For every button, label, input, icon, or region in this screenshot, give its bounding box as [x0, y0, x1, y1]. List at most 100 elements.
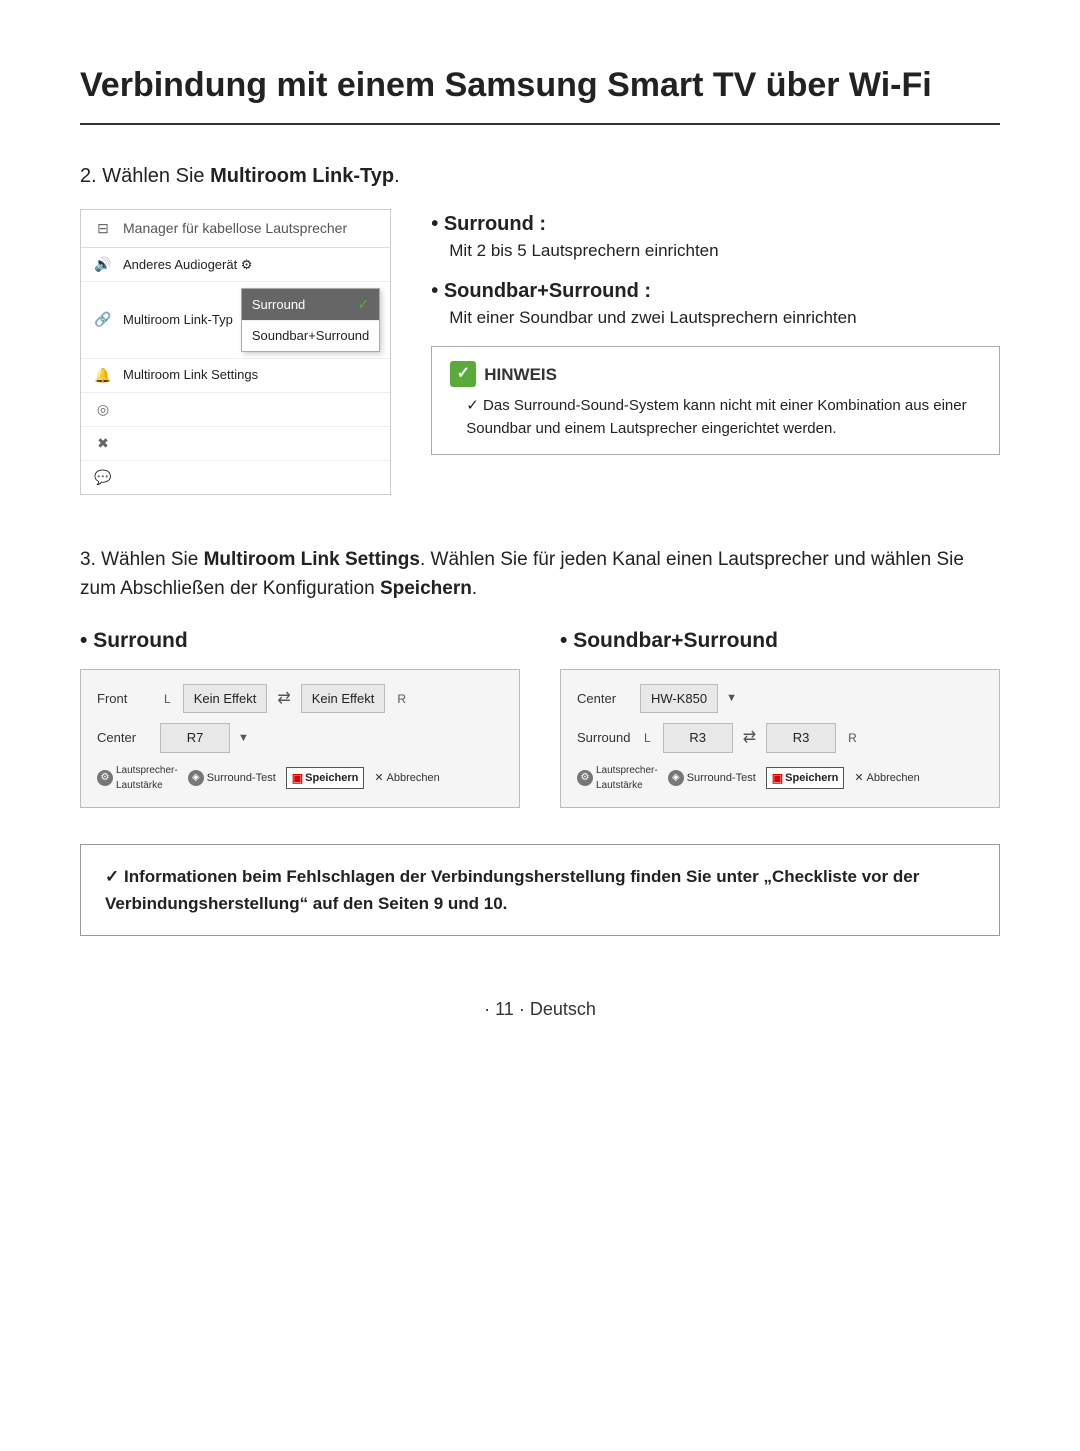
soundbar-surround-label: Surround: [577, 728, 632, 748]
surround-test-icon: ◈: [188, 770, 204, 786]
abbrechen-label: Abbrechen: [387, 770, 440, 787]
soundbar-footer: ⚙ Lautsprecher-Lautstärke ◈ Surround-Tes…: [577, 763, 983, 793]
soundbar-abbrechen-label: Abbrechen: [867, 770, 920, 787]
info-box-text: Informationen beim Fehlschlagen der Verb…: [105, 867, 919, 913]
soundbar-footer-speichern[interactable]: ▣ Speichern: [766, 767, 845, 789]
soundbar-settings-panel: Center HW-K850 ▼ Surround L R3 ⇄ R3 R ⚙ …: [560, 669, 1000, 808]
surround-footer-lautsprecher[interactable]: ⚙ Lautsprecher-Lautstärke: [97, 763, 178, 793]
soundbar-test-label: Surround-Test: [687, 770, 756, 787]
linktyp-label: Multiroom Link-Typ: [123, 310, 233, 330]
menu-header-row: ⊟ Manager für kabellose Lautsprecher: [81, 210, 390, 248]
lautsprecher-label: Lautsprecher-Lautstärke: [116, 763, 178, 793]
hinweis-label: HINWEIS: [484, 362, 557, 388]
soundbar-center-box[interactable]: HW-K850: [640, 684, 718, 714]
soundbar-footer-lautsprecher[interactable]: ⚙ Lautsprecher-Lautstärke: [577, 763, 658, 793]
soundbar-speichern-icon: ▣: [772, 769, 783, 787]
bullet-soundbar-title: Soundbar+Surround :: [431, 276, 1000, 306]
hinweis-icon: ✓: [450, 361, 476, 387]
surround-footer-abbrechen[interactable]: ✕ Abbrechen: [374, 770, 439, 787]
soundbar-surround-left-box[interactable]: R3: [663, 723, 733, 753]
info-box: Informationen beim Fehlschlagen der Verb…: [80, 844, 1000, 936]
surround-footer-speichern[interactable]: ▣ Speichern: [286, 767, 365, 789]
soundbar-center-row: Center HW-K850 ▼: [577, 684, 983, 714]
surround-center-box[interactable]: R7: [160, 723, 230, 753]
step2-label: 2. Wählen Sie Multiroom Link-Typ.: [80, 161, 1000, 191]
step2-label-bold: Multiroom Link-Typ: [210, 165, 394, 187]
surround-footer-test[interactable]: ◈ Surround-Test: [188, 770, 276, 787]
speichern-icon: ▣: [292, 769, 303, 787]
soundbar-surround-arrow: ⇄: [743, 726, 756, 750]
surround-front-L: L: [164, 690, 171, 708]
surround-test-label: Surround-Test: [207, 770, 276, 787]
dropdown-item-soundbar[interactable]: Soundbar+Surround: [242, 321, 379, 351]
abbrechen-x-icon: ✕: [374, 770, 383, 787]
soundbar-center-arrow-small: ▼: [726, 690, 737, 707]
hinweis-box: ✓ HINWEIS Das Surround-Sound-System kann…: [431, 346, 1000, 455]
surround-front-arrow: ⇄: [277, 687, 290, 711]
step3-label: 3. Wählen Sie Multiroom Link Settings. W…: [80, 545, 1000, 604]
soundbar-speichern-label: Speichern: [785, 770, 838, 787]
menu-row-linktyp[interactable]: 🔗 Multiroom Link-Typ Surround ✓ Soundbar…: [81, 282, 390, 359]
lautsprecher-icon: ⚙: [97, 770, 113, 786]
dropdown-surround-label: Surround: [252, 295, 305, 315]
menu-row-circle: ◎: [81, 393, 390, 427]
tv-menu-mockup: ⊟ Manager für kabellose Lautsprecher 🔊 A…: [80, 209, 391, 495]
step2-content: ⊟ Manager für kabellose Lautsprecher 🔊 A…: [80, 209, 1000, 495]
menu-row-audio: 🔊 Anderes Audiogerät ⚙: [81, 248, 390, 282]
menu-header-icon: ⊟: [91, 218, 115, 239]
soundbar-lautsprecher-label: Lautsprecher-Lautstärke: [596, 763, 658, 793]
surround-center-label: Center: [97, 728, 152, 748]
dropdown-surround-check: ✓: [358, 294, 370, 315]
soundbar-surround-L: L: [644, 729, 651, 747]
linksettings-icon: 🔔: [91, 365, 115, 386]
step3-text-bold1: Multiroom Link Settings: [204, 549, 420, 570]
soundbar-footer-abbrechen[interactable]: ✕ Abbrechen: [854, 770, 919, 787]
hinweis-item: Das Surround-Sound-System kann nicht mit…: [450, 395, 981, 440]
linktyp-icon: 🔗: [91, 309, 115, 330]
dropdown-item-surround[interactable]: Surround ✓: [242, 289, 379, 321]
page-title: Verbindung mit einem Samsung Smart TV üb…: [80, 60, 1000, 125]
surround-front-label: Front: [97, 689, 152, 709]
bullet-surround-title: Surround :: [431, 209, 1000, 239]
step3-text-bold2: Speichern: [380, 578, 472, 599]
soundbar-footer-test[interactable]: ◈ Surround-Test: [668, 770, 756, 787]
audio-label: Anderes Audiogerät ⚙: [123, 255, 380, 275]
bullet-soundbar: Soundbar+Surround : Mit einer Soundbar u…: [431, 276, 1000, 331]
soundbar-lautsprecher-icon: ⚙: [577, 770, 593, 786]
bubble-icon: 💬: [91, 467, 115, 488]
surround-panels: Surround Front L Kein Effekt ⇄ Kein Effe…: [80, 625, 1000, 808]
dropdown-soundbar-label: Soundbar+Surround: [252, 326, 369, 346]
soundbar-test-icon: ◈: [668, 770, 684, 786]
surround-center-arrow-small: ▼: [238, 730, 249, 747]
step3-text-end: .: [472, 578, 477, 599]
soundbar-abbrechen-x-icon: ✕: [854, 770, 863, 787]
surround-front-row: Front L Kein Effekt ⇄ Kein Effekt R: [97, 684, 503, 714]
surround-front-right-box[interactable]: Kein Effekt: [301, 684, 386, 714]
step2-label-end: .: [394, 165, 400, 187]
surround-center-row: Center R7 ▼: [97, 723, 503, 753]
menu-header-label: Manager für kabellose Lautsprecher: [123, 218, 347, 239]
menu-row-linksettings[interactable]: 🔔 Multiroom Link Settings: [81, 359, 390, 393]
soundbar-surround-row: Surround L R3 ⇄ R3 R: [577, 723, 983, 753]
menu-row-x: ✖: [81, 427, 390, 461]
audio-icon: 🔊: [91, 254, 115, 275]
surround-front-R: R: [397, 690, 406, 708]
surround-footer: ⚙ Lautsprecher-Lautstärke ◈ Surround-Tes…: [97, 763, 503, 793]
page-number: · 11 · Deutsch: [80, 996, 1000, 1023]
step2-label-text: 2. Wählen Sie: [80, 165, 210, 187]
speichern-label: Speichern: [305, 770, 358, 787]
soundbar-center-label: Center: [577, 689, 632, 709]
surround-front-left-box[interactable]: Kein Effekt: [183, 684, 268, 714]
x-icon: ✖: [91, 433, 115, 454]
menu-row-bubble: 💬: [81, 461, 390, 494]
soundbar-surround-right-box[interactable]: R3: [766, 723, 836, 753]
step3-text-prefix: 3. Wählen Sie: [80, 549, 204, 570]
bullet-surround-desc: Mit 2 bis 5 Lautsprechern einrichten: [449, 239, 1000, 264]
panel-soundbar: Soundbar+Surround Center HW-K850 ▼ Surro…: [560, 625, 1000, 808]
panel-surround: Surround Front L Kein Effekt ⇄ Kein Effe…: [80, 625, 520, 808]
bullet-info: Surround : Mit 2 bis 5 Lautsprechern ein…: [431, 209, 1000, 455]
linksettings-label: Multiroom Link Settings: [123, 365, 380, 385]
hinweis-title: ✓ HINWEIS: [450, 361, 981, 387]
panel-surround-title: Surround: [80, 625, 520, 657]
panel-soundbar-title: Soundbar+Surround: [560, 625, 1000, 657]
